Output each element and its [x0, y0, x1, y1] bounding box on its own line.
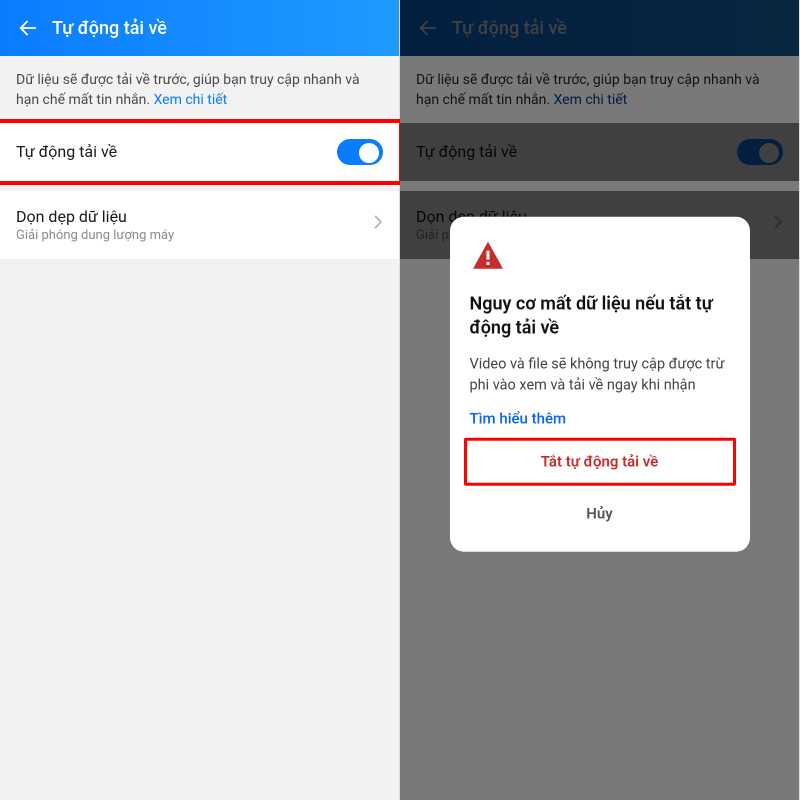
cleanup-title: Dọn dẹp dữ liệu — [16, 207, 365, 226]
description-link[interactable]: Xem chi tiết — [154, 92, 228, 108]
description-block: Dữ liệu sẽ được tải về trước, giúp bạn t… — [0, 56, 399, 123]
dialog-learn-more-link[interactable]: Tìm hiểu thêm — [470, 409, 730, 427]
arrow-left-icon — [17, 17, 39, 39]
settings-screen-left: Tự động tải về Dữ liệu sẽ được tải về tr… — [0, 0, 400, 800]
dialog-disable-button[interactable]: Tắt tự động tải về — [464, 437, 736, 485]
auto-download-toggle[interactable] — [337, 139, 383, 165]
warning-icon — [470, 239, 506, 275]
page-title: Tự động tải về — [52, 18, 167, 39]
cleanup-row[interactable]: Dọn dẹp dữ liệu Giải phóng dung lượng má… — [0, 191, 399, 259]
back-button[interactable] — [12, 12, 44, 44]
dialog-title: Nguy cơ mất dữ liệu nếu tắt tự động tải … — [470, 293, 730, 342]
cleanup-subtitle: Giải phóng dung lượng máy — [16, 228, 365, 243]
chevron-right-icon — [373, 214, 383, 235]
auto-download-label: Tự động tải về — [16, 142, 337, 161]
dialog-cancel-button[interactable]: Hủy — [464, 489, 736, 537]
confirm-dialog: Nguy cơ mất dữ liệu nếu tắt tự động tải … — [450, 217, 750, 552]
settings-screen-right: Tự động tải về Dữ liệu sẽ được tải về tr… — [400, 0, 800, 800]
highlight-toggle-row: Tự động tải về — [0, 119, 403, 185]
section-divider — [0, 181, 399, 191]
header-bar: Tự động tải về — [0, 0, 399, 56]
dialog-body: Video và file sẽ không truy cập được trừ… — [470, 353, 730, 395]
auto-download-row[interactable]: Tự động tải về — [0, 123, 399, 181]
